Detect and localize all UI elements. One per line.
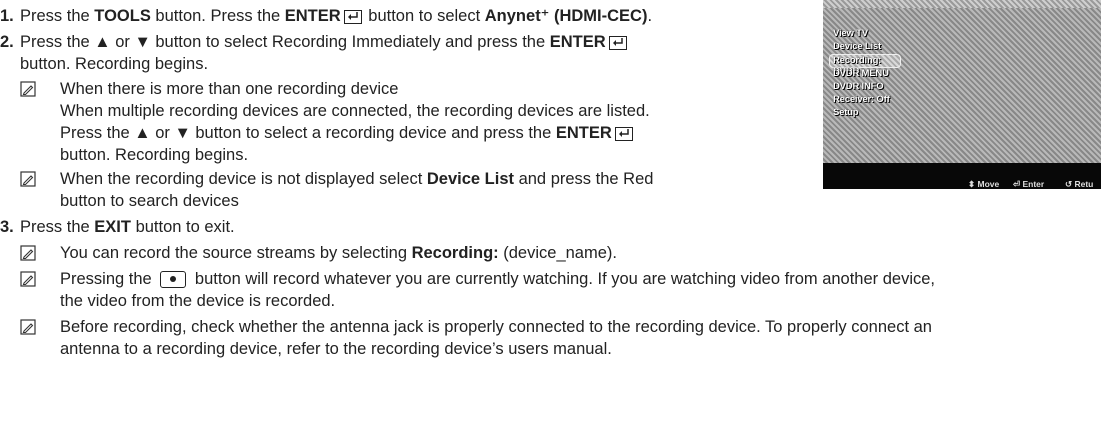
menu-item-view-tv[interactable]: View TV [833,28,1053,40]
menu-item-receiver[interactable]: Receiver: Off [833,94,1053,106]
note-line: When multiple recording devices are conn… [60,102,650,120]
move-label: Move [977,179,1000,189]
note-line: the video from the device is recorded. [60,292,336,310]
note-title: When there is more than one recording de… [60,80,399,98]
text: Press the [20,218,95,236]
note-icon [20,81,36,97]
step-2: 2. Press the ▲ or ▼ button to select Rec… [0,31,800,75]
text: button will record whatever you are curr… [190,270,936,288]
text: and press the Red [514,170,654,188]
step-number: 2. [0,33,14,51]
device-list-label: Device List [426,170,514,188]
text: button to select [363,7,485,25]
menu-item-device-list[interactable]: Device List [833,41,1053,53]
menu-footer: ⬍ Move ⏎ Enter ↺ Retu [823,163,1101,189]
step-text: Press the TOOLS button. Press the ENTER … [20,5,800,27]
note-line: Press the ▲ or ▼ button to select a reco… [60,122,650,144]
text: button. Press the [150,7,285,25]
anynet-label: Anynet⁺ (HDMI-CEC) [484,7,648,25]
text: . [647,7,653,25]
enter-label: ENTER [555,124,612,142]
menu-item-dvdr-info[interactable]: DVDR INFO [833,81,1053,93]
enter-label: Enter [1022,179,1045,189]
step-text: Press the ▲ or ▼ button to select Record… [20,31,800,75]
recording-label: Recording: [411,244,499,262]
enter-hint: ⏎ Enter [1013,173,1044,189]
note-line: antenna to a recording device, refer to … [60,340,612,358]
return-label: Retu [1074,179,1094,189]
text: button to exit. [130,218,235,236]
note-line: button to search devices [60,192,239,210]
move-hint: ⬍ Move [968,173,999,189]
menu-top-bar [823,0,1101,8]
note-icon [20,245,36,261]
step-number: 3. [0,218,14,236]
text: Press the [20,7,95,25]
menu-item-recording[interactable]: Recording: DVDR [829,54,901,77]
record-key-icon [160,271,187,288]
note-icon [20,319,36,335]
tv-menu-screenshot: View TV Device List Recording: DVDR DVDR… [823,0,1101,189]
text: Press the ▲ or ▼ button to select a reco… [60,124,556,142]
note-text: When there is more than one recording de… [60,78,650,166]
step-text: Press the EXIT button to exit. [20,216,800,238]
text: Press the ▲ or ▼ button to select Record… [20,33,550,51]
menu-item-dvdr-menu[interactable]: DVDR MENU [833,68,1053,80]
enter-key-icon [614,127,633,141]
note-line: button. Recording begins. [60,146,249,164]
enter-key-icon [608,36,627,50]
step-number: 1. [0,7,14,25]
enter-label: ENTER [284,7,341,25]
note-text: Pressing the button will record whatever… [60,268,935,312]
return-hint: ↺ Retu [1065,173,1093,189]
note-icon [20,171,36,187]
text: (device_name). [498,244,617,262]
note-line: Pressing the button will record whatever… [60,268,935,290]
enter-label: ENTER [549,33,606,51]
text: You can record the source streams by sel… [60,244,412,262]
menu-item-setup[interactable]: Setup [833,107,1053,119]
text: When the recording device is not display… [60,170,427,188]
note-text: When the recording device is not display… [60,168,653,212]
note-text: You can record the source streams by sel… [60,242,617,264]
note-text: Before recording, check whether the ante… [60,316,932,360]
note-icon [20,271,36,287]
exit-label: EXIT [94,218,131,236]
note-line: Before recording, check whether the ante… [60,318,932,336]
enter-key-icon [343,10,362,24]
note-line: When the recording device is not display… [60,168,653,190]
text: Pressing the [60,270,157,288]
tools-label: TOOLS [94,7,151,25]
text: button. Recording begins. [20,55,209,73]
